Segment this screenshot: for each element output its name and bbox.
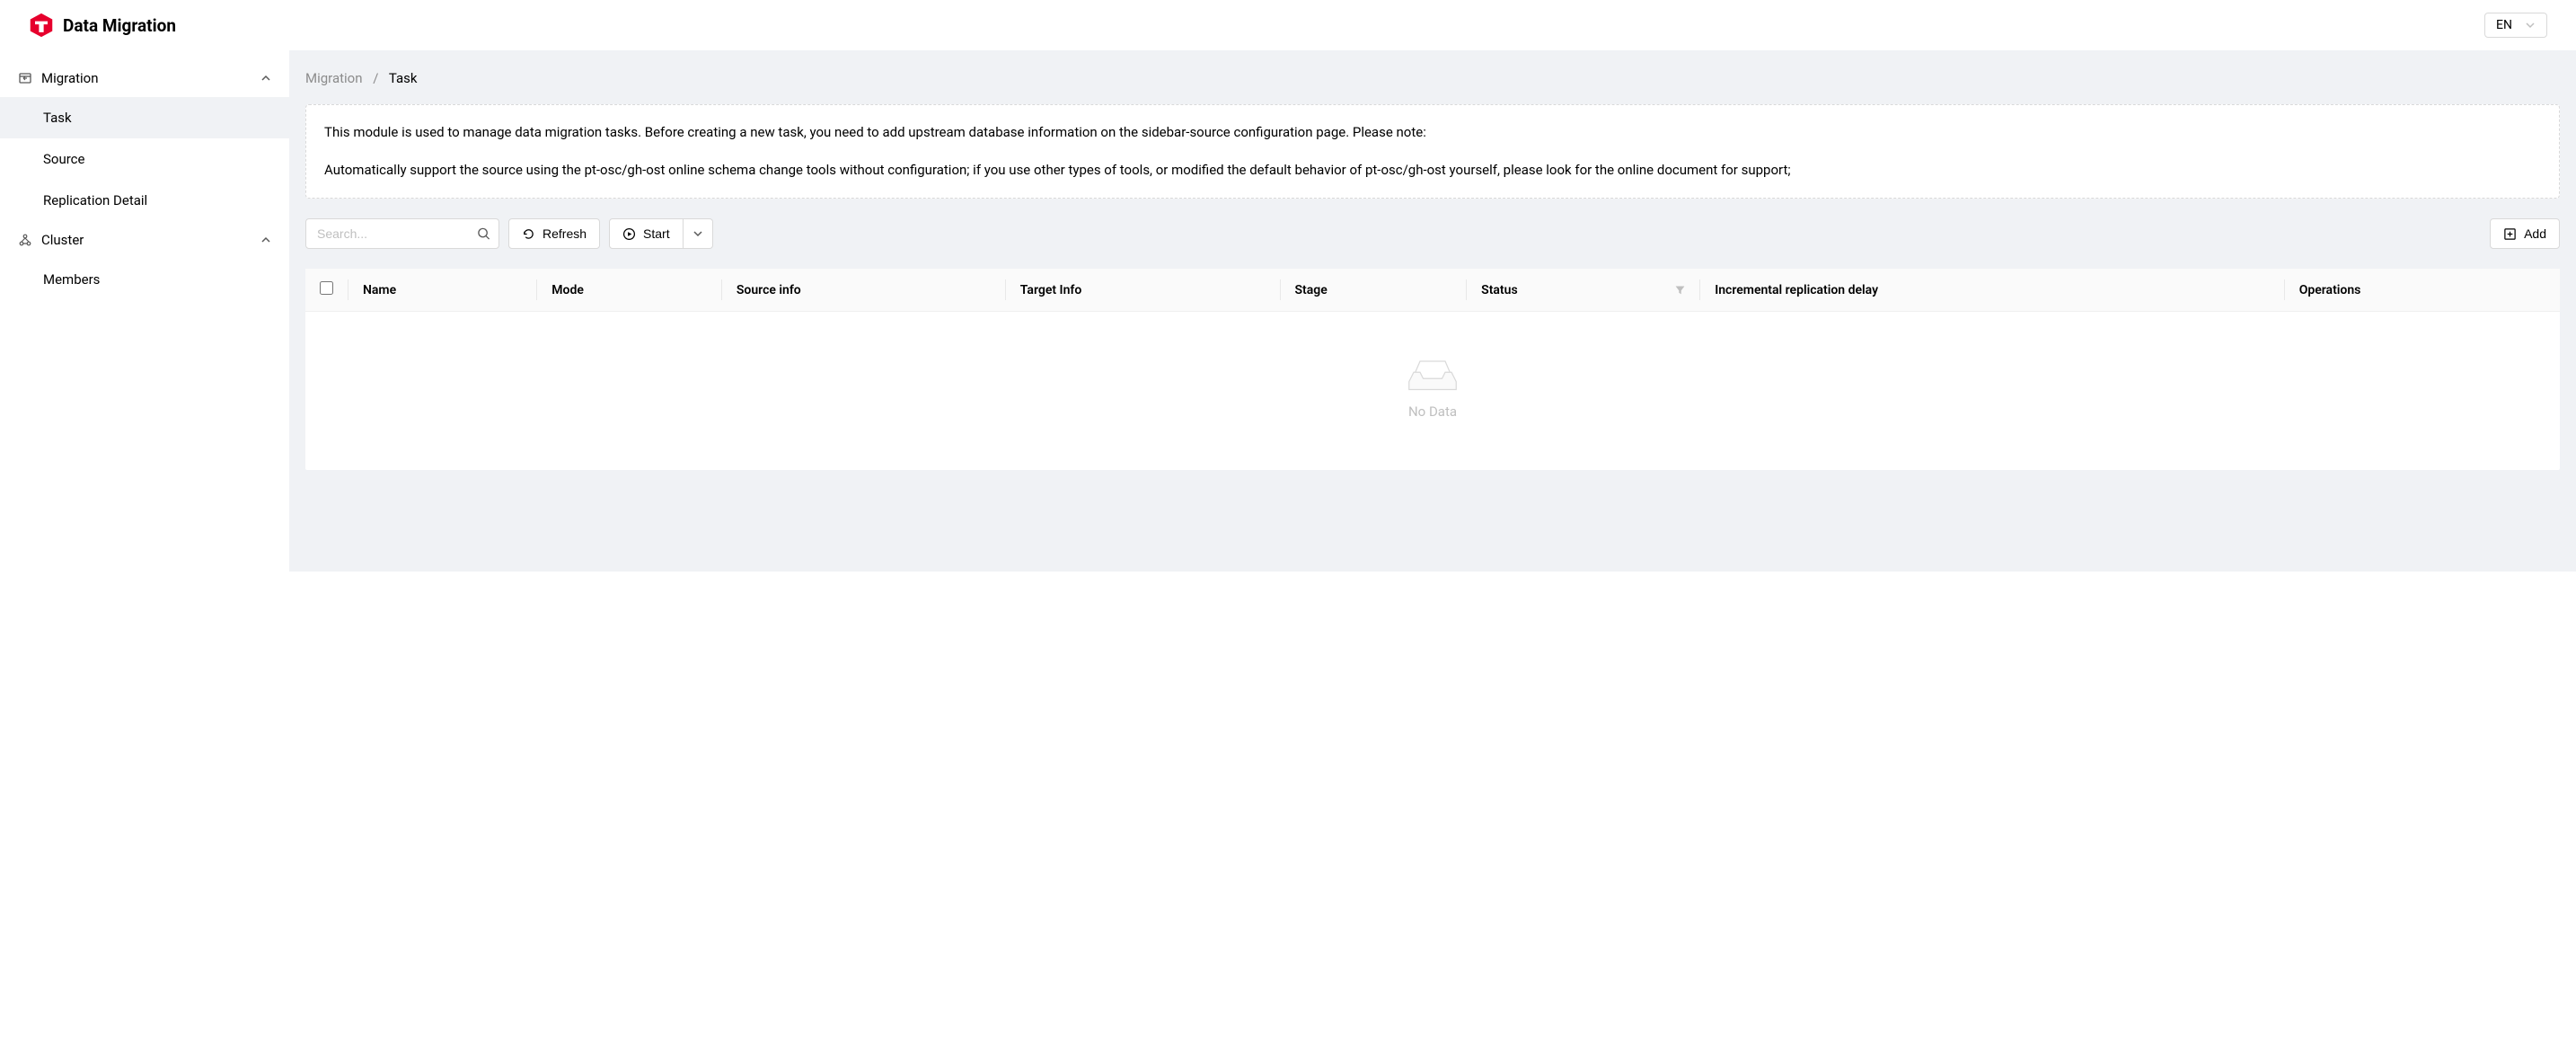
info-paragraph: Automatically support the source using t… [324, 159, 2541, 182]
brand-title: Data Migration [63, 15, 176, 36]
cluster-icon [18, 233, 32, 247]
column-target-info: Target Info [1006, 269, 1281, 312]
filter-icon[interactable] [1674, 284, 1686, 296]
empty-text: No Data [305, 403, 2560, 420]
inbox-icon [305, 355, 2560, 393]
search-input[interactable] [305, 218, 499, 249]
chevron-up-icon [260, 73, 271, 84]
language-label: EN [2496, 18, 2512, 32]
sidebar: Migration Task Source Replication Detail… [0, 50, 289, 572]
refresh-label: Refresh [543, 226, 587, 241]
breadcrumb-parent[interactable]: Migration [305, 70, 363, 86]
brand-logo-icon [29, 13, 54, 38]
column-status-label: Status [1481, 283, 1517, 297]
chevron-down-icon [2525, 20, 2536, 31]
toolbar-left: Refresh Start [305, 218, 713, 249]
empty-state: No Data [305, 312, 2560, 470]
table-container: Name Mode Source info Target Info Stage … [305, 269, 2560, 470]
info-card: This module is used to manage data migra… [305, 104, 2560, 199]
plus-square-icon [2503, 227, 2517, 241]
sidebar-item-label: Members [43, 271, 100, 288]
sidebar-item-label: Source [43, 151, 84, 167]
search-box [305, 218, 499, 249]
column-mode: Mode [537, 269, 722, 312]
sidebar-item-label: Task [43, 110, 72, 126]
main: Migration / Task This module is used to … [289, 50, 2576, 572]
header: Data Migration EN [0, 0, 2576, 50]
start-dropdown-button[interactable] [684, 218, 713, 249]
add-button[interactable]: Add [2490, 218, 2560, 249]
empty-row: No Data [305, 312, 2560, 471]
table-header-row: Name Mode Source info Target Info Stage … [305, 269, 2560, 312]
breadcrumb-current: Task [389, 70, 418, 86]
sidebar-item-members[interactable]: Members [0, 259, 289, 300]
select-all-cell [305, 269, 348, 312]
search-icon[interactable] [477, 227, 490, 241]
sidebar-group-label: Migration [41, 70, 99, 86]
sidebar-group-cluster[interactable]: Cluster [0, 221, 289, 259]
select-all-checkbox[interactable] [320, 281, 333, 295]
info-paragraph: This module is used to manage data migra… [324, 121, 2541, 145]
layout: Migration Task Source Replication Detail… [0, 50, 2576, 572]
breadcrumb: Migration / Task [305, 70, 2560, 86]
refresh-button[interactable]: Refresh [508, 218, 600, 249]
column-stage: Stage [1281, 269, 1468, 312]
chevron-down-icon [693, 228, 703, 239]
column-name: Name [348, 269, 537, 312]
sidebar-group-label: Cluster [41, 232, 84, 248]
start-button[interactable]: Start [609, 218, 684, 249]
sidebar-item-label: Replication Detail [43, 192, 147, 208]
brand: Data Migration [29, 13, 176, 38]
language-selector[interactable]: EN [2484, 13, 2547, 38]
column-source-info: Source info [722, 269, 1006, 312]
column-operations: Operations [2285, 269, 2560, 312]
breadcrumb-separator: / [373, 70, 378, 86]
start-label: Start [643, 226, 670, 241]
sidebar-item-task[interactable]: Task [0, 97, 289, 138]
start-button-group: Start [609, 218, 713, 249]
sidebar-item-source[interactable]: Source [0, 138, 289, 180]
migration-icon [18, 71, 32, 85]
add-label: Add [2524, 226, 2546, 241]
column-status: Status [1467, 269, 1700, 312]
sidebar-group-migration[interactable]: Migration [0, 59, 289, 97]
refresh-icon [522, 227, 535, 241]
toolbar: Refresh Start [305, 218, 2560, 249]
tasks-table: Name Mode Source info Target Info Stage … [305, 269, 2560, 470]
play-icon [622, 227, 636, 241]
sidebar-item-replication-detail[interactable]: Replication Detail [0, 180, 289, 221]
chevron-up-icon [260, 235, 271, 245]
column-replication-delay: Incremental replication delay [1700, 269, 2285, 312]
